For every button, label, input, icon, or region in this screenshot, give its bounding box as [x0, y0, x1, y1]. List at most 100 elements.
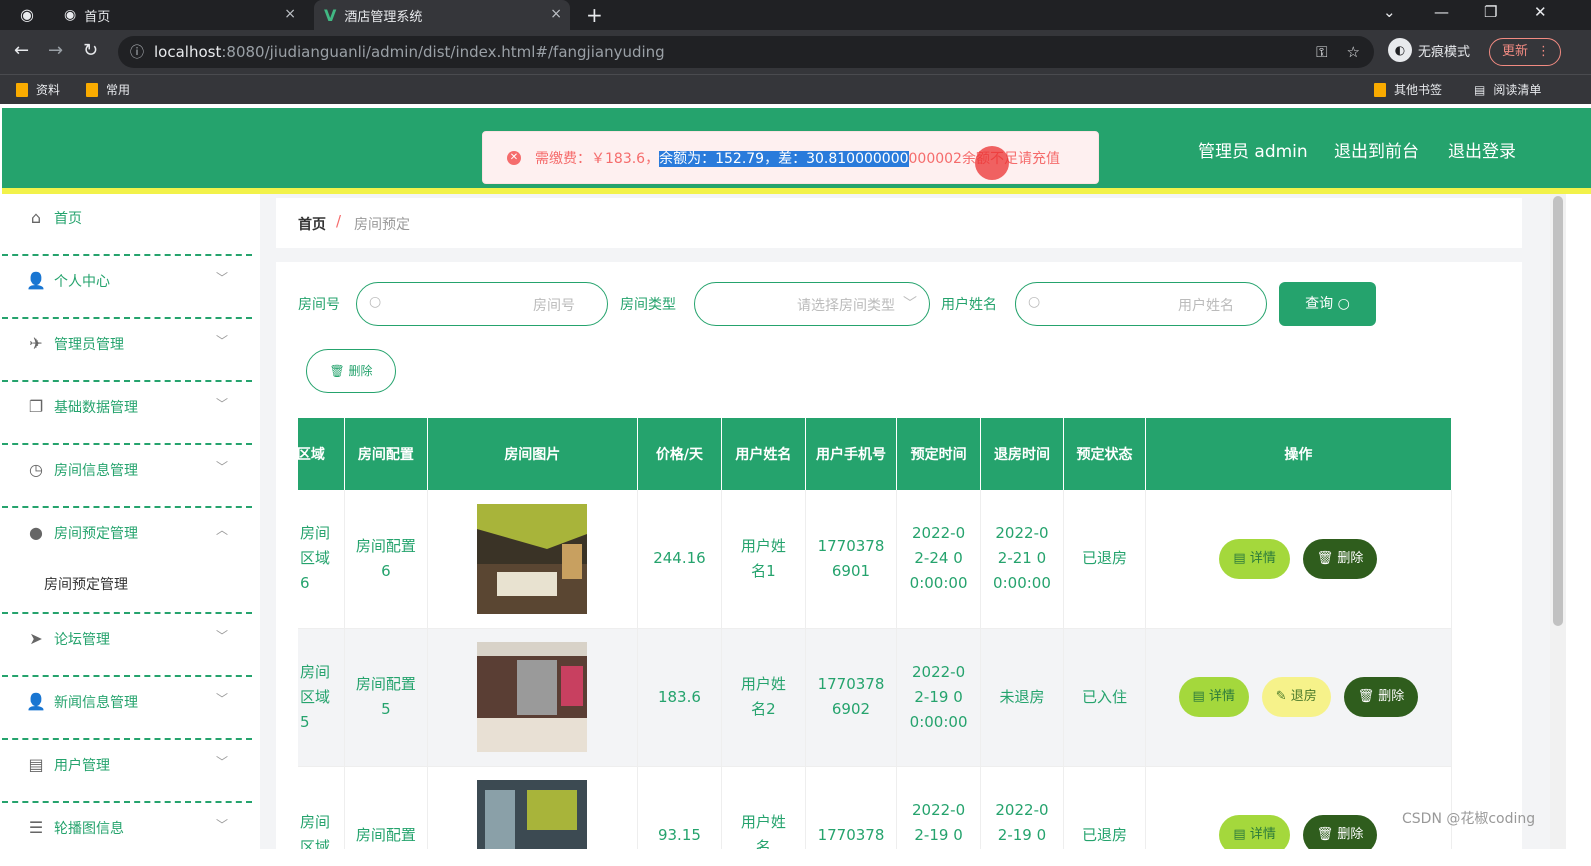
sidebar-item-news[interactable]: 👤 新闻信息管理 ﹀ — [2, 678, 252, 740]
search-icon: ○ — [369, 294, 382, 310]
back-to-front-link[interactable]: 退出到前台 — [1334, 137, 1419, 162]
delete-button[interactable]: 🗑 删除 — [1302, 815, 1378, 849]
update-label: 更新 — [1502, 44, 1529, 59]
delete-label: 删除 — [1337, 827, 1364, 842]
sidebar-item-home[interactable]: ⌂ 首页 — [2, 194, 252, 256]
chevron-down-icon: ﹀ — [215, 460, 228, 474]
forward-icon[interactable]: → — [48, 40, 63, 61]
address-bar-row: ← → ↻ ⓘ localhost:8080/jiudianguanli/adm… — [0, 30, 1591, 74]
sidebar-item-carousel[interactable]: ☰ 轮播图信息 ﹀ — [2, 804, 252, 866]
bookmark-star-icon[interactable]: ⚿ ☆ — [1316, 43, 1360, 61]
delete-button[interactable]: 🗑 删除 — [1343, 677, 1419, 717]
user-solid-icon: 👤 — [26, 692, 46, 711]
close-window-icon[interactable]: ✕ — [1534, 3, 1547, 21]
admin-label: 管理员 admin — [1198, 142, 1308, 162]
table-row: 房间区域5 房间配置5 183.6 用户姓名2 17703786902 2022… — [298, 628, 1453, 767]
table-row: 房间区域 房间配置 93.15 用户姓名 1770378 2022-02-19 … — [298, 766, 1453, 849]
bookmark-label: 阅读清单 — [1493, 83, 1542, 97]
detail-button[interactable]: ▤ 详情 — [1219, 538, 1290, 579]
reload-icon[interactable]: ↻ — [83, 40, 98, 61]
copy-icon: ❐ — [28, 397, 44, 416]
chevron-down-icon: ﹀ — [215, 818, 228, 832]
column-header: 预定状态 — [1063, 418, 1146, 490]
sidebar-item-admins[interactable]: ✈ 管理员管理 ﹀ — [2, 320, 252, 382]
sidebar-item-label: 首页 — [54, 211, 82, 227]
site-info-icon[interactable]: ⓘ — [130, 42, 144, 62]
menu-icon: ☰ — [28, 818, 44, 837]
cell-actions: ▤ 详情 ✎ 退房 🗑 删除 — [1145, 628, 1453, 767]
vue-logo-icon: V — [324, 5, 337, 25]
breadcrumb-home[interactable]: 首页 — [298, 214, 326, 234]
minimize-icon[interactable]: — — [1434, 3, 1449, 21]
browser-tab-home[interactable]: ◉ 首页 × — [54, 0, 304, 30]
back-icon[interactable]: ← — [14, 40, 29, 61]
url-host: localhost — [154, 43, 222, 61]
room-photo[interactable] — [477, 503, 588, 614]
cell-reserve-time: 2022-02-24 00:00:00 — [896, 490, 981, 629]
sidebar-subitem-reservations[interactable]: 房间预定管理 — [2, 556, 252, 614]
detail-button[interactable]: ▤ 详情 — [1219, 815, 1290, 849]
browser-tab-hotel[interactable]: V 酒店管理系统 × — [314, 0, 570, 30]
new-tab-button[interactable]: + — [586, 3, 603, 27]
globe-icon[interactable]: ◉ — [20, 5, 34, 24]
chevron-up-icon: ︿ — [215, 523, 228, 537]
column-header: 价格/天 — [637, 418, 723, 490]
chevron-down-icon: ﹀ — [903, 296, 917, 312]
room-photo[interactable] — [477, 642, 588, 752]
cell-photo — [427, 628, 638, 767]
sidebar-item-label: 新闻信息管理 — [54, 695, 138, 711]
delete-button-label: 删除 — [348, 364, 373, 378]
user-icon: 👤 — [26, 271, 46, 290]
sidebar-item-basedata[interactable]: ❐ 基础数据管理 ﹀ — [2, 383, 252, 445]
cell-photo — [427, 766, 638, 849]
logout-link[interactable]: 退出登录 — [1448, 137, 1516, 162]
sidebar-item-users[interactable]: ▤ 用户管理 ﹀ — [2, 741, 252, 803]
bookmark-folder[interactable]: 常用 — [86, 81, 130, 98]
batch-delete-button[interactable]: 🗑 删除 — [306, 349, 396, 393]
incognito-indicator[interactable]: ◐ 无痕模式 — [1388, 38, 1470, 62]
delete-button[interactable]: 🗑 删除 — [1302, 538, 1378, 579]
bookmark-folder[interactable]: 资料 — [16, 81, 60, 98]
column-header: 房间图片 — [427, 418, 638, 490]
bookmark-folder[interactable]: 其他书签 — [1374, 81, 1442, 98]
sidebar-item-profile[interactable]: 👤 个人中心 ﹀ — [2, 257, 252, 319]
cell-config: 房间配置 — [344, 766, 428, 849]
bookmarks-bar: 资料 常用 其他书签 ▤ 阅读清单 — [0, 74, 1591, 104]
delete-label: 删除 — [1378, 689, 1405, 704]
sidebar-item-forum[interactable]: ➤ 论坛管理 ﹀ — [2, 615, 252, 677]
close-tab-icon[interactable]: × — [284, 6, 296, 22]
page-scrollbar[interactable] — [1550, 194, 1566, 849]
user-name-input[interactable]: ○ 用户姓名 — [1015, 282, 1267, 326]
room-type-placeholder: 请选择房间类型 — [797, 298, 895, 314]
update-button[interactable]: 更新 ⋮ — [1489, 38, 1561, 66]
url-field[interactable]: ⓘ localhost:8080/jiudianguanli/admin/dis… — [118, 36, 1374, 68]
delete-label: 删除 — [1337, 550, 1364, 566]
chevron-down-icon: ﹀ — [215, 334, 228, 348]
room-photo[interactable] — [477, 780, 588, 849]
column-header: 用户手机号 — [805, 418, 898, 490]
cell-phone: 17703786902 — [805, 628, 898, 767]
chevron-down-icon: ﹀ — [215, 271, 228, 285]
tab-title: 酒店管理系统 — [344, 9, 423, 25]
bookmark-label: 常用 — [106, 83, 131, 97]
cell-status: 已退房 — [1063, 766, 1146, 849]
chevron-down-icon: ﹀ — [215, 692, 228, 706]
cell-checkout-time: 2022-02-19 00:00 — [980, 766, 1065, 849]
column-header: 用户姓名 — [721, 418, 806, 490]
scrollbar-thumb[interactable] — [1553, 196, 1563, 626]
search-button[interactable]: 查询 ○ — [1279, 282, 1376, 326]
room-type-select[interactable]: 请选择房间类型 ﹀ — [694, 282, 930, 326]
room-no-placeholder: 房间号 — [533, 298, 575, 314]
breadcrumb-separator: / — [336, 212, 342, 230]
room-no-input[interactable]: ○ 房间号 — [356, 282, 608, 326]
close-tab-icon[interactable]: × — [550, 6, 562, 22]
sidebar-item-rooms[interactable]: ◷ 房间信息管理 ﹀ — [2, 446, 252, 508]
document-icon: ▤ — [1192, 689, 1205, 704]
checkout-button[interactable]: ✎ 退房 — [1261, 677, 1331, 717]
detail-button[interactable]: ▤ 详情 — [1178, 677, 1249, 717]
trash-icon: 🗑 — [1357, 689, 1375, 704]
tab-search-icon[interactable]: ⌄ — [1383, 3, 1396, 21]
restore-icon[interactable]: ❐ — [1484, 3, 1497, 21]
reading-list[interactable]: ▤ 阅读清单 — [1474, 81, 1541, 98]
chevron-down-icon: ﹀ — [215, 397, 228, 411]
